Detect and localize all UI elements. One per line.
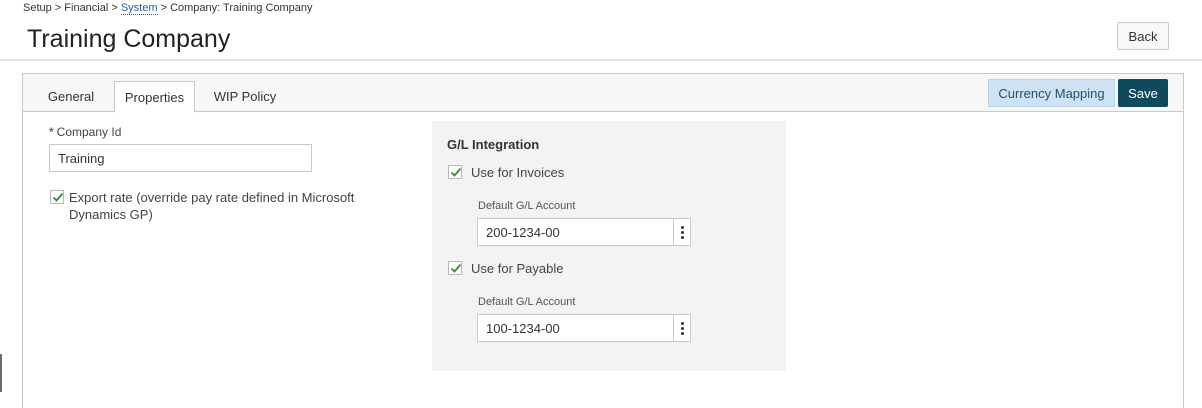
payable-account-input[interactable]: 100-1234-00 bbox=[477, 314, 691, 342]
export-rate-label: Export rate (override pay rate defined i… bbox=[69, 190, 355, 222]
tab-general[interactable]: General bbox=[37, 81, 105, 112]
invoices-account-label: Default G/L Account bbox=[478, 200, 576, 212]
use-for-invoices-label: Use for Invoices bbox=[471, 165, 565, 180]
payable-account-menu-icon[interactable] bbox=[673, 315, 690, 341]
invoices-account-value: 200-1234-00 bbox=[486, 225, 560, 240]
gl-integration-title: G/L Integration bbox=[447, 137, 540, 152]
gl-integration-section: G/L Integration Use for Invoices Default… bbox=[432, 121, 786, 371]
currency-mapping-button[interactable]: Currency Mapping bbox=[988, 79, 1115, 107]
export-rate-checkbox[interactable] bbox=[50, 190, 64, 204]
use-for-payable-checkbox[interactable] bbox=[448, 261, 462, 275]
required-marker: * bbox=[49, 125, 54, 139]
check-icon bbox=[450, 167, 462, 177]
properties-panel: General Properties WIP Policy Currency M… bbox=[22, 73, 1184, 408]
back-button[interactable]: Back bbox=[1117, 22, 1169, 50]
company-id-label: * Company Id bbox=[49, 125, 121, 139]
breadcrumb-current: > Company: Training Company bbox=[157, 2, 313, 14]
company-id-input[interactable]: Training bbox=[49, 144, 312, 172]
use-for-invoices-checkbox[interactable] bbox=[448, 165, 462, 179]
breadcrumb-link-system[interactable]: System bbox=[120, 2, 158, 15]
tab-bar: General Properties WIP Policy Currency M… bbox=[23, 74, 1183, 113]
invoices-account-menu-icon[interactable] bbox=[673, 219, 690, 245]
use-for-payable-label: Use for Payable bbox=[471, 261, 564, 276]
check-icon bbox=[52, 192, 64, 202]
company-id-label-text: Company Id bbox=[56, 125, 122, 139]
payable-account-label: Default G/L Account bbox=[478, 296, 576, 308]
company-id-value: Training bbox=[58, 150, 105, 166]
header-divider bbox=[0, 59, 1202, 61]
payable-account-value: 100-1234-00 bbox=[486, 321, 560, 336]
breadcrumb-path: Setup > Financial > bbox=[23, 2, 121, 14]
tab-wip-policy[interactable]: WIP Policy bbox=[207, 81, 283, 112]
page-title: Training Company bbox=[27, 25, 231, 53]
breadcrumb: Setup > Financial > System > Company: Tr… bbox=[23, 2, 313, 15]
check-icon bbox=[450, 263, 462, 273]
edge-marker bbox=[0, 354, 2, 392]
invoices-account-input[interactable]: 200-1234-00 bbox=[477, 218, 691, 246]
save-button[interactable]: Save bbox=[1118, 79, 1168, 107]
tab-properties[interactable]: Properties bbox=[114, 81, 195, 113]
